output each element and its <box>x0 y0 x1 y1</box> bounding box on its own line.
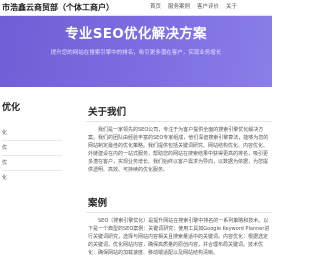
sidebar-item[interactable]: 优 <box>2 145 7 152</box>
sidebar-item[interactable]: 化 <box>2 130 7 137</box>
sidebar-title: 优化 <box>2 103 21 113</box>
sidebar-item[interactable]: 优 <box>2 160 7 167</box>
nav-about[interactable]: 关于 <box>226 3 237 12</box>
main-nav: 首页 服务案例 客户评价 关于 <box>150 3 237 12</box>
about-title: 关于我们 <box>88 107 127 118</box>
hero-subtitle: 提升您的网站在搜索引擎中的排名，吸引更多潜在客户，实现业务增长 <box>50 50 222 56</box>
hero-title: 专业SEO优化解决方案 <box>65 26 207 42</box>
sidebar-divider <box>2 140 62 141</box>
sidebar-item[interactable]: 化 <box>2 175 7 182</box>
nav-reviews[interactable]: 客户评价 <box>197 3 219 12</box>
about-divider <box>86 121 272 122</box>
page: 市浩鑫云商贸部（个体工商户） 首页 服务案例 客户评价 关于 专业SEO优化解决… <box>0 0 272 265</box>
hero-banner: 专业SEO优化解决方案 提升您的网站在搜索引擎中的排名，吸引更多潜在客户，实现业… <box>0 16 272 87</box>
nav-home[interactable]: 首页 <box>150 3 161 12</box>
top-nav-bar: 市浩鑫云商贸部（个体工商户） 首页 服务案例 客户评价 关于 <box>0 0 272 16</box>
sidebar-divider <box>2 155 62 156</box>
about-text: 我们是一家领先的SEO公司，专注于为客户提供全面的搜索引擎优化解决方案。我们的团… <box>88 127 269 173</box>
site-logo[interactable]: 市浩鑫云商贸部（个体工商户） <box>2 2 114 13</box>
sidebar-divider <box>2 170 62 171</box>
nav-cases[interactable]: 服务案例 <box>168 3 190 12</box>
cases-divider <box>86 212 272 213</box>
cases-text: SEO（搜索引擎优化）是提升网站在搜索引擎中排名的一系列策略和技术。以下是一个典… <box>88 218 270 256</box>
cases-title: 案例 <box>88 198 108 209</box>
